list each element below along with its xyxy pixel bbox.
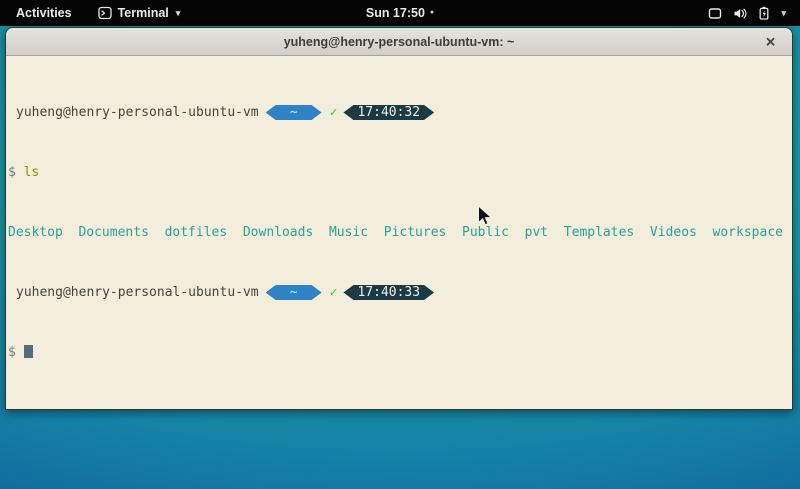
chevron-down-icon: ▾ [176,8,181,19]
window-title: yuheng@henry-personal-ubuntu-vm: ~ [284,35,515,49]
directory-name: Desktop [8,225,63,240]
directory-name: Music [329,225,368,240]
mouse-pointer-icon [477,205,493,232]
directory-name: workspace [713,225,783,240]
prompt-path-segment: ~ [266,105,322,120]
close-icon[interactable]: ✕ [762,33,779,50]
command-text: ls [24,165,40,180]
clock-label: Sun 17:50 [366,6,425,20]
text-cursor [24,345,33,358]
app-menu-terminal[interactable]: Terminal ▾ [98,6,181,20]
prompt-user-host: yuheng@henry-personal-ubuntu-vm [8,105,259,120]
prompt-user-host: yuheng@henry-personal-ubuntu-vm [8,285,259,300]
prompt-status-check: ✓ [330,105,338,120]
terminal-body[interactable]: yuheng@henry-personal-ubuntu-vm ~ ✓ 17:4… [6,57,792,409]
prompt-line: yuheng@henry-personal-ubuntu-vm ~ ✓ 17:4… [8,105,790,120]
directory-name: Templates [564,225,634,240]
system-status-menu[interactable]: ▾ [702,0,792,26]
terminal-icon [98,6,112,20]
directory-name: Documents [78,225,148,240]
prompt-path-segment: ~ [266,285,322,300]
prompt-time-segment: 17:40:33 [343,285,434,300]
prompt-line: yuheng@henry-personal-ubuntu-vm ~ ✓ 17:4… [8,285,790,300]
input-line[interactable]: $ [8,345,790,360]
volume-icon [733,7,747,20]
directory-name: dotfiles [165,225,228,240]
prompt-time-segment: 17:40:32 [343,105,434,120]
gnome-top-bar: Activities Terminal ▾ Sun 17:50 ● [0,0,800,26]
battery-charging-icon [758,6,770,20]
activities-button[interactable]: Activities [12,6,76,20]
terminal-window: yuheng@henry-personal-ubuntu-vm: ~ ✕ yuh… [5,27,793,410]
ls-output: Desktop Documents dotfiles Downloads Mus… [8,225,790,240]
window-titlebar[interactable]: yuheng@henry-personal-ubuntu-vm: ~ ✕ [6,28,792,56]
prompt-dollar: $ [8,165,16,180]
directory-name: Videos [650,225,697,240]
command-line: $ ls [8,165,790,180]
prompt-dollar: $ [8,345,16,360]
notification-dot: ● [430,0,434,26]
network-icon [708,7,722,20]
clock-menu[interactable]: Sun 17:50 ● [366,0,434,26]
prompt-status-check: ✓ [330,285,338,300]
directory-name: pvt [525,225,548,240]
chevron-down-icon: ▾ [781,8,786,19]
app-menu-label: Terminal [118,6,169,20]
directory-name: Pictures [384,225,447,240]
directory-name: Downloads [243,225,313,240]
